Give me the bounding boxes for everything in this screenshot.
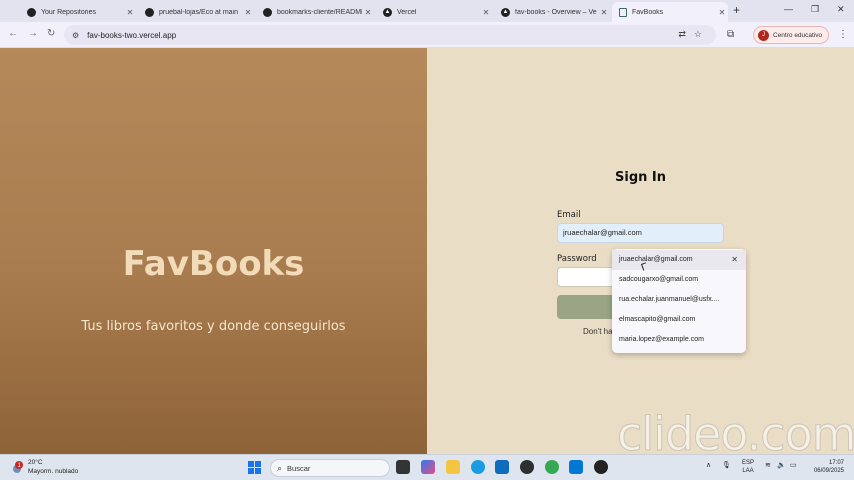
reload-icon[interactable]: ↻	[47, 28, 55, 39]
watermark: clideo.com	[617, 407, 854, 462]
brand-title: FavBooks	[122, 244, 305, 284]
menu-icon[interactable]: ⋮	[838, 29, 848, 40]
github-icon	[145, 7, 154, 17]
new-tab-button[interactable]: +	[733, 3, 740, 17]
tab-title: Your Repositories	[41, 8, 96, 16]
close-tab-icon[interactable]: ✕	[716, 8, 728, 17]
back-icon[interactable]: ←	[8, 28, 18, 39]
close-tab-icon[interactable]: ✕	[362, 8, 374, 17]
tab-title: Vercel	[397, 8, 417, 16]
password-label: Password	[557, 254, 597, 264]
tab-pruebal-lojas[interactable]: pruebal-lojas/Eco at main ✕	[138, 2, 254, 22]
outlook-icon[interactable]	[495, 460, 509, 474]
email-label: Email	[557, 210, 581, 220]
site-settings-icon[interactable]: ⚙	[72, 31, 79, 40]
tab-strip: Your Repositories ✕ pruebal-lojas/Eco at…	[0, 0, 854, 22]
vscode-icon[interactable]	[569, 460, 583, 474]
vercel-icon: ▲	[383, 7, 392, 17]
forward-icon[interactable]: →	[28, 28, 38, 39]
translate-bookmark-icons[interactable]: ⇄☆	[678, 29, 710, 40]
brand-tagline: Tus libros favoritos y donde conseguirlo…	[81, 319, 346, 334]
book-icon	[619, 7, 627, 17]
autofill-suggestion[interactable]: jruaechalar@gmail.com	[612, 250, 746, 270]
wifi-icon[interactable]: ≋	[765, 461, 771, 469]
lang-line: LAA	[742, 468, 754, 474]
url-text[interactable]: fav-books-two.vercel.app	[87, 31, 176, 40]
temperature: 20°C	[28, 459, 43, 466]
close-tab-icon[interactable]: ✕	[598, 8, 610, 17]
close-tab-icon[interactable]: ✕	[242, 8, 254, 17]
github-icon	[27, 7, 36, 17]
microphone-icon[interactable]: 🎙	[722, 461, 731, 469]
avatar: J	[758, 29, 769, 41]
taskbar: 1 20°C Mayorm. nublado ⌕ Buscar ∧ 🎙 ESP …	[0, 454, 854, 480]
profile-label: Centro educativo	[773, 31, 823, 39]
date: 06/09/2025	[813, 468, 844, 474]
close-tab-icon[interactable]: ✕	[480, 8, 492, 17]
hero-panel: FavBooks Tus libros favoritos y donde co…	[0, 48, 427, 454]
copilot-icon[interactable]	[421, 460, 435, 474]
search-placeholder: Buscar	[287, 463, 311, 473]
restore-icon[interactable]: ❐	[811, 4, 819, 15]
tab-title: fav-books - Overview – Ve	[515, 8, 597, 16]
close-icon[interactable]: ✕	[731, 255, 738, 264]
chevron-up-icon[interactable]: ∧	[706, 461, 711, 469]
close-window-icon[interactable]: ✕	[837, 4, 845, 15]
weather-description: Mayorm. nublado	[28, 468, 79, 475]
tab-fav-books-overview[interactable]: ▲ fav-books - Overview – Ve ✕	[494, 2, 610, 22]
search-icon: ⌕	[277, 462, 283, 473]
email-field[interactable]: jruaechalar@gmail.com	[557, 223, 724, 243]
start-icon[interactable]	[248, 461, 261, 474]
task-view-icon[interactable]	[396, 460, 410, 474]
autofill-dropdown: jruaechalar@gmail.com ✕ sadcougarxo@gmai…	[612, 249, 746, 353]
taskbar-search[interactable]: ⌕ Buscar	[270, 459, 390, 477]
minimize-icon[interactable]: —	[784, 4, 793, 14]
tab-title: pruebal-lojas/Eco at main	[159, 8, 238, 16]
tab-title: bookmarks-cliente/README	[277, 8, 362, 16]
browser-toolbar: ← → ↻ ⚙ fav-books-two.vercel.app ⇄☆	[0, 22, 854, 48]
app-icon[interactable]	[520, 460, 534, 474]
github-desktop-icon[interactable]	[594, 460, 608, 474]
weather-icon: 1	[13, 461, 23, 473]
vercel-icon: ▲	[501, 7, 510, 17]
close-tab-icon[interactable]: ✕	[124, 8, 136, 17]
battery-icon[interactable]: ▭	[790, 461, 797, 469]
profile-button[interactable]: J Centro educativo	[753, 26, 829, 44]
volume-icon[interactable]: 🔈	[777, 461, 786, 469]
signin-button[interactable]	[557, 295, 617, 319]
edge-icon[interactable]	[471, 460, 485, 474]
autofill-suggestion[interactable]: maria.lopez@example.com	[612, 330, 746, 350]
tab-vercel[interactable]: ▲ Vercel ✕	[376, 2, 492, 22]
autofill-suggestion[interactable]: sadcougarxo@gmail.com	[612, 270, 746, 290]
tab-title: FavBooks	[632, 8, 664, 16]
autofill-suggestion[interactable]: elmascapito@gmail.com	[612, 310, 746, 330]
clock[interactable]: 17:07 06/09/2025	[808, 459, 844, 475]
chrome-icon[interactable]	[545, 460, 559, 474]
autofill-suggestion[interactable]: rua.echalar.juanmanuel@usfx....	[612, 290, 746, 310]
weather-widget[interactable]: 1 20°C Mayorm. nublado	[10, 458, 78, 476]
github-icon	[263, 7, 272, 17]
time: 17:07	[828, 460, 844, 466]
extensions-icon[interactable]: ⧉	[727, 29, 734, 40]
password-field[interactable]	[557, 267, 617, 287]
tab-favbooks[interactable]: FavBooks ✕	[612, 2, 728, 22]
address-bar[interactable]: ⚙ fav-books-two.vercel.app ⇄☆	[64, 25, 716, 45]
tab-bookmarks-cliente[interactable]: bookmarks-cliente/README ✕	[256, 2, 374, 22]
lang-line: ESP	[742, 460, 755, 466]
signup-prompt: Don't ha	[583, 327, 613, 336]
file-explorer-icon[interactable]	[446, 460, 460, 474]
tab-your-repositories[interactable]: Your Repositories ✕	[20, 2, 136, 22]
language-indicator[interactable]: ESP LAA	[742, 459, 754, 475]
signin-title: Sign In	[615, 170, 666, 185]
